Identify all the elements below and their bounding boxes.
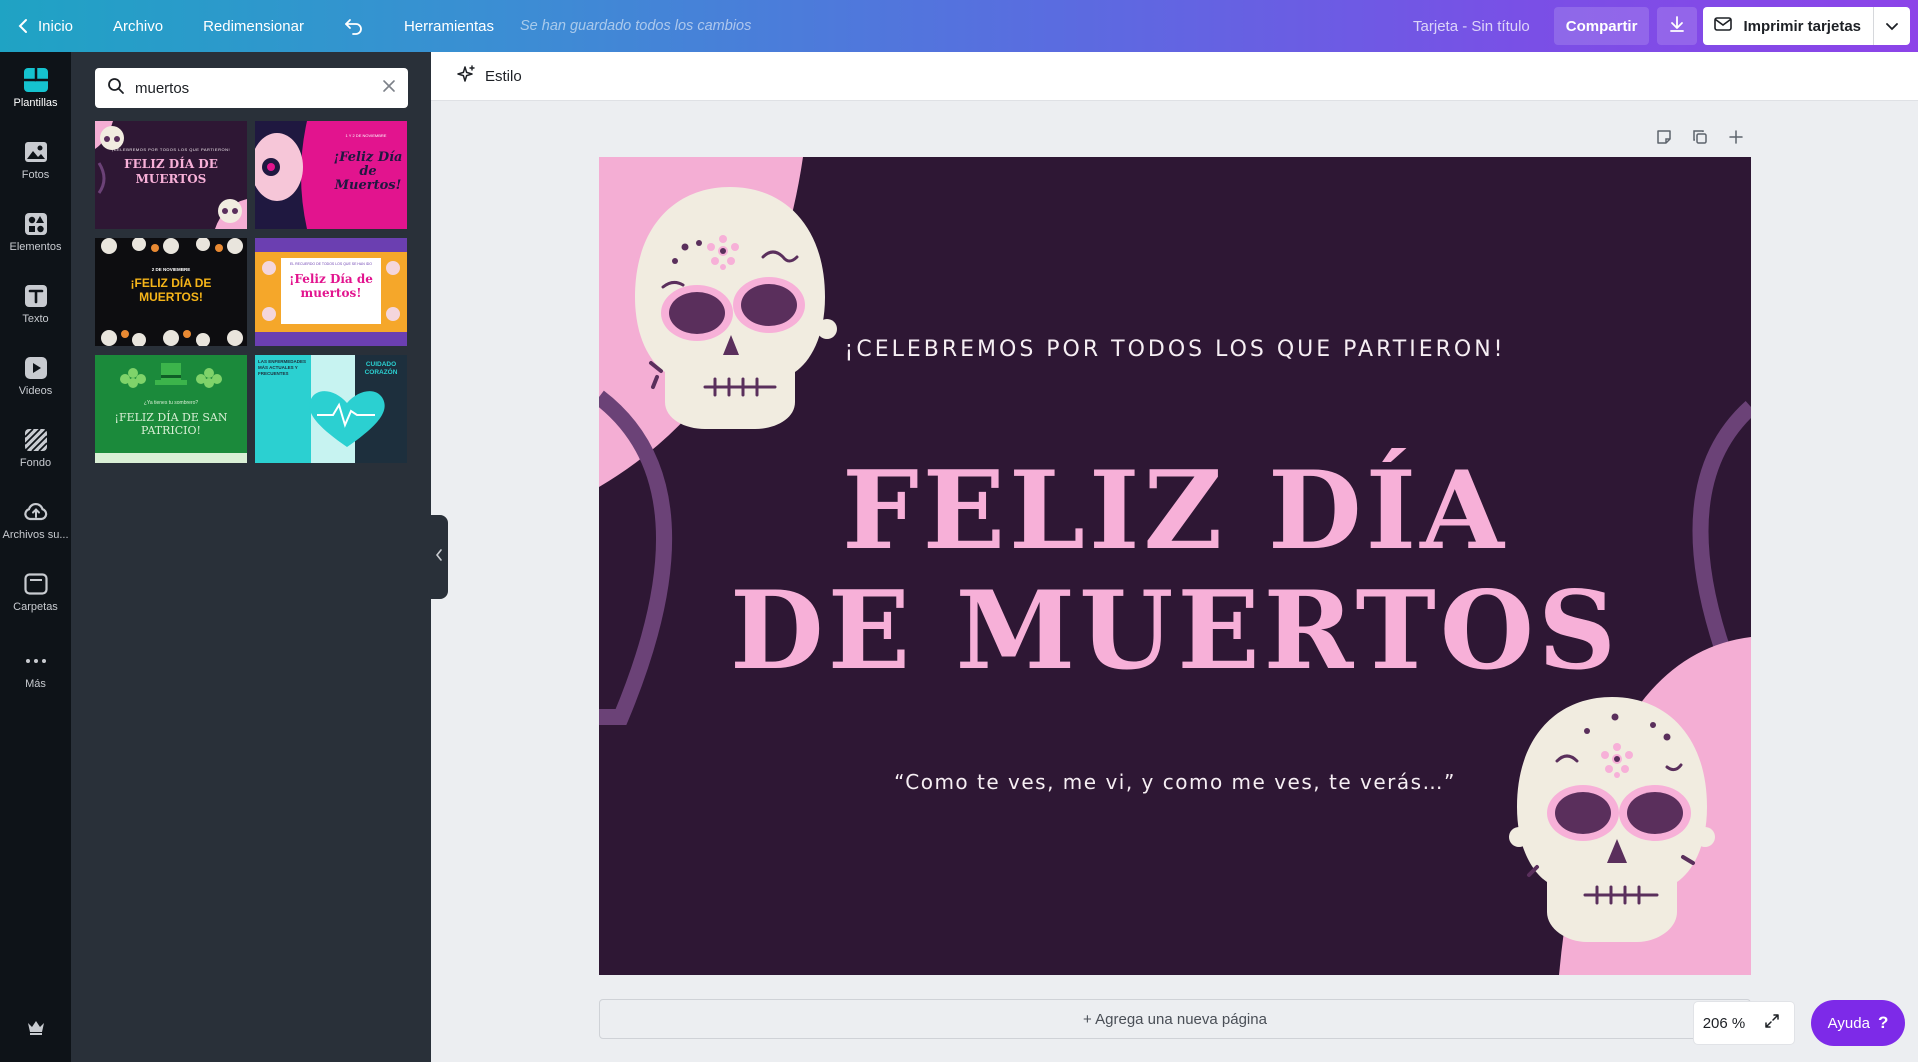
copy-icon: [1691, 128, 1709, 151]
collapse-panel-button[interactable]: [430, 515, 448, 599]
canvas-title-line-1[interactable]: FELIZ DÍA: [599, 457, 1751, 565]
rail-item-folders[interactable]: Carpetas: [0, 571, 71, 613]
canvas-subheading[interactable]: ¡CELEBREMOS POR TODOS LOS QUE PARTIERON!: [599, 337, 1751, 362]
chevron-left-icon: [18, 18, 28, 34]
add-new-page-button[interactable]: + Agrega una nueva página: [599, 999, 1751, 1039]
crown-icon: [23, 1014, 49, 1040]
envelope-icon: [1713, 15, 1733, 37]
plus-icon: [1728, 129, 1744, 150]
background-icon: [23, 427, 49, 453]
left-rail: Plantillas Fotos Elementos Texto Videos …: [0, 52, 71, 1062]
template-4-subtitle: EL RECUERDO DE TODOS LOS QUE SE HAN IDO: [289, 262, 372, 266]
sugar-skull-top-left-icon: [635, 187, 837, 429]
rail-item-text[interactable]: Texto: [0, 283, 71, 325]
style-label: Estilo: [485, 67, 522, 85]
add-page-plus-button[interactable]: [1718, 126, 1754, 152]
template-2-subtitle: 1 Y 2 DE NOVIEMBRE: [345, 133, 387, 138]
more-icon: [23, 648, 49, 674]
template-3-subtitle: 2 DE NOVIEMBRE: [151, 267, 191, 272]
print-cards-label: Imprimir tarjetas: [1743, 17, 1861, 35]
rail-item-background[interactable]: Fondo: [0, 427, 71, 469]
resize-button[interactable]: Redimensionar: [183, 0, 324, 52]
template-thumbnail-4[interactable]: EL RECUERDO DE TODOS LOS QUE SE HAN IDO …: [255, 238, 407, 346]
undo-icon: [344, 17, 364, 35]
search-input[interactable]: muertos: [135, 80, 382, 97]
question-mark-icon: ?: [1877, 1013, 1889, 1032]
template-2-title: ¡Feliz Día de Muertos!: [333, 150, 403, 193]
text-icon: [23, 283, 49, 309]
home-button[interactable]: Inicio: [0, 0, 93, 52]
folder-icon: [23, 571, 49, 597]
template-thumbnail-6[interactable]: LAS ENFERMEDADES MÁS ACTUALES Y FRECUENT…: [255, 355, 407, 463]
templates-icon: [23, 67, 49, 93]
download-button[interactable]: [1657, 7, 1698, 45]
print-options-dropdown[interactable]: [1874, 7, 1910, 45]
clear-search-icon[interactable]: [382, 79, 396, 98]
photos-icon: [23, 139, 49, 165]
sparkle-icon: [457, 64, 477, 88]
rail-item-templates[interactable]: Plantillas: [0, 67, 71, 109]
template-search-field[interactable]: muertos: [95, 68, 408, 108]
upload-icon: [23, 499, 49, 525]
video-icon: [23, 355, 49, 381]
duplicate-page-button[interactable]: [1682, 126, 1718, 152]
editor-toolbar: Estilo: [431, 52, 1918, 101]
top-bar: Inicio Archivo Redimensionar Herramienta…: [0, 0, 1918, 52]
search-icon: [107, 77, 125, 100]
undo-button[interactable]: [324, 0, 384, 52]
print-cards-main[interactable]: Imprimir tarjetas: [1703, 7, 1874, 45]
style-button[interactable]: Estilo: [449, 58, 530, 94]
zoom-level[interactable]: 206 %: [1694, 1015, 1754, 1032]
expand-icon: [1764, 1013, 1780, 1034]
tools-menu[interactable]: Herramientas: [384, 0, 514, 52]
canvas-quote[interactable]: “Como te ves, me vi, y como me ves, te v…: [599, 770, 1751, 794]
premium-crown-button[interactable]: [0, 1014, 71, 1044]
rail-item-uploads[interactable]: Archivos su...: [0, 499, 71, 541]
chevron-left-icon: [435, 548, 443, 566]
template-4-title: ¡Feliz Día de muertos!: [289, 272, 373, 300]
template-1-title: FELIZ DÍA DE MUERTOS: [124, 157, 218, 186]
rail-item-videos[interactable]: Videos: [0, 355, 71, 397]
save-status: Se han guardado todos los cambios: [519, 18, 752, 34]
template-5-title: ¡FELIZ DÍA DE SAN PATRICIO!: [114, 411, 228, 437]
template-thumbnail-3[interactable]: 2 DE NOVIEMBRE ¡FELIZ DÍA DE MUERTOS!: [95, 238, 247, 346]
template-thumbnail-5[interactable]: ¿Ya tienes tu sombrero? ¡FELIZ DÍA DE SA…: [95, 355, 247, 463]
help-label: Ayuda: [1827, 1014, 1870, 1032]
document-title[interactable]: Tarjeta - Sin título: [1389, 18, 1554, 35]
template-3-title: ¡FELIZ DÍA DE MUERTOS!: [130, 276, 212, 304]
template-thumbnail-2[interactable]: 1 Y 2 DE NOVIEMBRE ¡Feliz Día de Muertos…: [255, 121, 407, 229]
download-icon: [1668, 15, 1686, 37]
rail-item-elements[interactable]: Elementos: [0, 211, 71, 253]
page-tools: [1646, 126, 1754, 152]
canvas-title-line-2[interactable]: DE MUERTOS: [599, 577, 1751, 685]
home-label: Inicio: [38, 17, 74, 35]
template-thumbnail-1[interactable]: ¡CELEBREMOS POR TODOS LOS QUE PARTIERON!…: [95, 121, 247, 229]
design-canvas[interactable]: ¡CELEBREMOS POR TODOS LOS QUE PARTIERON!…: [599, 157, 1751, 975]
zoom-control: 206 %: [1694, 1002, 1794, 1044]
template-6-title: CUIDADO CORAZÓN: [364, 361, 398, 376]
fullscreen-button[interactable]: [1754, 1013, 1790, 1034]
template-5-subtitle: ¿Ya tienes tu sombrero?: [143, 400, 199, 406]
rail-item-photos[interactable]: Fotos: [0, 139, 71, 181]
chevron-down-icon: [1886, 18, 1898, 35]
help-button[interactable]: Ayuda ?: [1811, 1000, 1905, 1046]
share-button[interactable]: Compartir: [1553, 7, 1650, 45]
note-icon: [1655, 128, 1673, 151]
file-menu[interactable]: Archivo: [93, 0, 183, 52]
print-cards-button[interactable]: Imprimir tarjetas: [1703, 7, 1910, 45]
template-6-subtitle: LAS ENFERMEDADES MÁS ACTUALES Y FRECUENT…: [258, 359, 307, 376]
add-note-button[interactable]: [1646, 126, 1682, 152]
elements-icon: [23, 211, 49, 237]
templates-panel: muertos ¡CELEBREMOS POR TODOS LOS QUE PA…: [71, 52, 431, 1062]
template-1-subtitle: ¡CELEBREMOS POR TODOS LOS QUE PARTIERON!: [111, 147, 231, 152]
rail-item-more[interactable]: Más: [0, 648, 71, 690]
